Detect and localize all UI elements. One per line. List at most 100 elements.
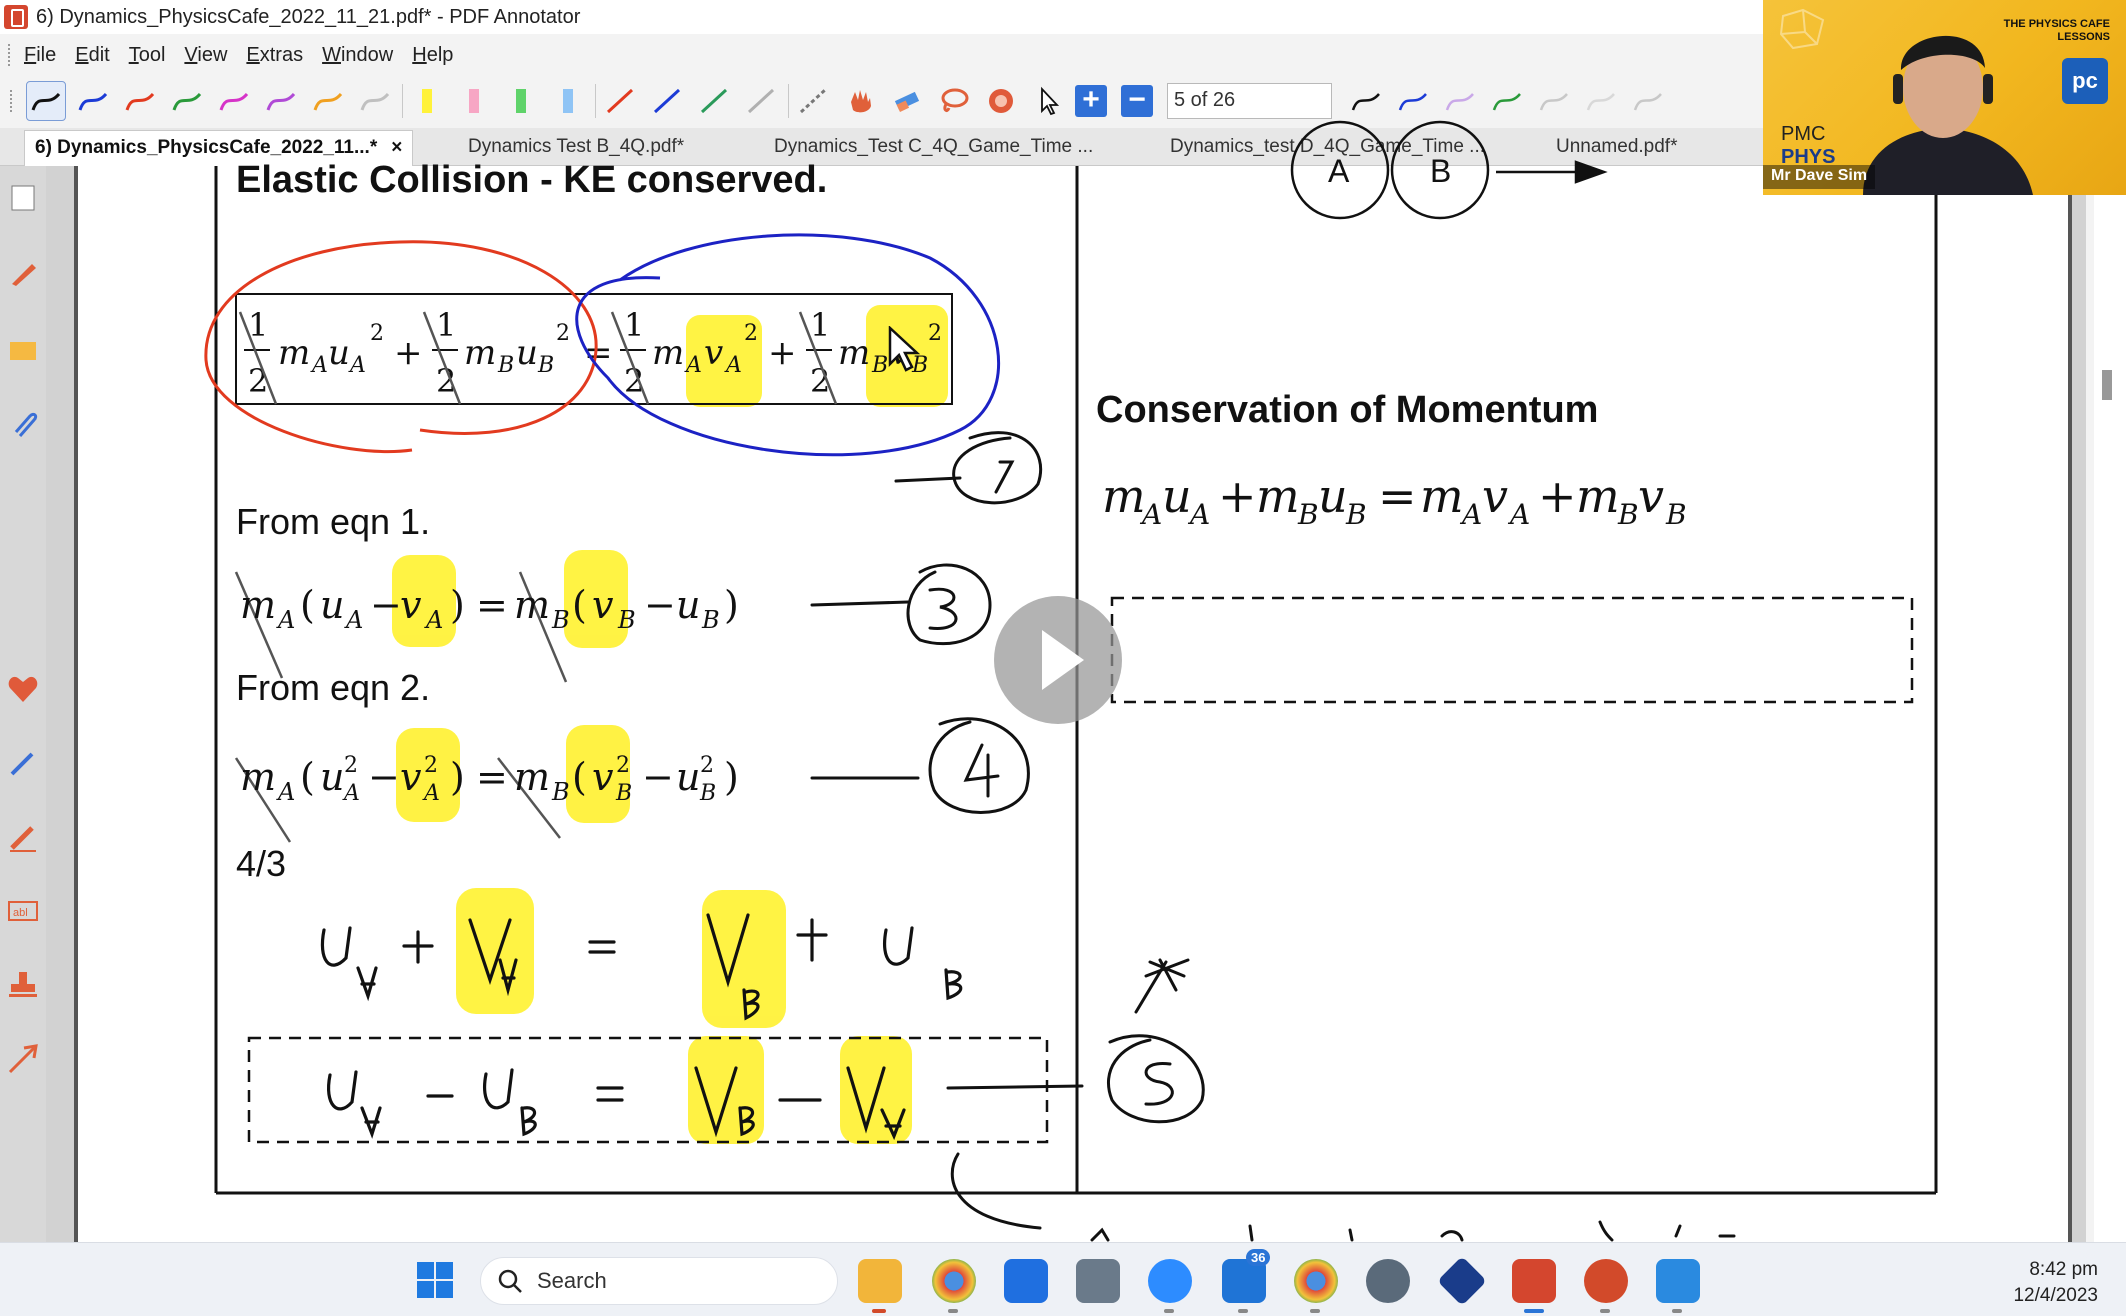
svg-text:(: ( <box>572 755 587 799</box>
svg-text:): ) <box>724 755 739 799</box>
taskbar-search[interactable]: Search <box>480 1257 838 1305</box>
svg-text:+: + <box>1218 469 1257 523</box>
svg-text:A: A <box>1507 498 1530 531</box>
brand-name: THE PHYSICS CAFE <box>2003 18 2110 30</box>
webcam-overlay: THE PHYSICS CAFE LESSONS pc PMC PHYS Mr D… <box>1763 0 2126 195</box>
dashed-answer-box[interactable] <box>1110 596 1914 704</box>
svg-text:=: = <box>476 755 508 799</box>
svg-text:A: A <box>1187 498 1210 531</box>
search-placeholder: Search <box>537 1268 607 1293</box>
calculator-icon[interactable] <box>1076 1259 1120 1303</box>
svg-text:m: m <box>838 333 870 373</box>
svg-text:v: v <box>1482 469 1508 523</box>
svg-text:m: m <box>1256 469 1300 523</box>
svg-text:v: v <box>400 755 422 799</box>
pen-app-icon[interactable] <box>1656 1259 1700 1303</box>
running-indicator <box>1600 1309 1610 1313</box>
running-indicator <box>1238 1309 1248 1313</box>
svg-text:1: 1 <box>810 306 830 344</box>
svg-text:A: A <box>310 353 328 378</box>
mail-badge: 36 <box>1246 1249 1271 1266</box>
pc-logo: pc <box>2062 58 2108 104</box>
pmc-label: PMC <box>1781 123 1826 145</box>
system-clock[interactable]: 8:42 pm 12/4/2023 <box>2013 1257 2098 1309</box>
svg-text:B: B <box>699 781 716 806</box>
powerpoint-icon[interactable] <box>1584 1259 1628 1303</box>
svg-text:v: v <box>400 583 422 627</box>
pdf-annotator-taskbar-icon[interactable] <box>1512 1259 1556 1303</box>
svg-text:v: v <box>592 583 614 627</box>
svg-text:A: A <box>276 778 295 806</box>
svg-text:A: A <box>424 606 443 634</box>
svg-text:2: 2 <box>928 321 942 346</box>
zoom-icon[interactable] <box>1148 1259 1192 1303</box>
windows-start-icon[interactable] <box>416 1261 454 1299</box>
dropbox-icon[interactable] <box>1004 1259 1048 1303</box>
svg-text:v: v <box>1638 469 1664 523</box>
running-indicator <box>1672 1309 1682 1313</box>
svg-text:A: A <box>684 353 702 378</box>
svg-text:B: B <box>1617 498 1639 531</box>
presenter-name: Mr Dave Sim <box>1763 165 1876 189</box>
svg-text:2: 2 <box>370 321 384 346</box>
svg-text:m: m <box>1420 469 1464 523</box>
svg-text:A: A <box>1139 498 1162 531</box>
eqn-4: mA ( u 2A − v 2A ) = mB ( v 2B − u 2B ) <box>240 753 739 806</box>
diamond-app-icon[interactable] <box>1437 1256 1487 1306</box>
from-eqn-1: From eqn 1. <box>236 501 430 542</box>
svg-text:+: + <box>394 333 423 373</box>
eq-number-annotations <box>810 431 1736 1242</box>
from-eqn-2: From eqn 2. <box>236 667 430 708</box>
svg-text:u: u <box>1318 469 1348 523</box>
settings-gear-icon[interactable] <box>1366 1259 1410 1303</box>
running-indicator <box>948 1309 958 1313</box>
brand-sub: LESSONS <box>2057 31 2110 43</box>
svg-text:): ) <box>450 583 465 627</box>
running-indicator <box>1164 1309 1174 1313</box>
chrome-profile-icon[interactable] <box>1294 1259 1338 1303</box>
svg-text:A: A <box>1459 498 1482 531</box>
momentum-equation: mA uA + mB uB = mA vA + mB vB <box>1102 469 1687 531</box>
svg-text:−: − <box>370 583 402 627</box>
screen: 6) Dynamics_PhysicsCafe_2022_11_21.pdf* … <box>0 0 2126 1316</box>
svg-text:1: 1 <box>436 306 456 344</box>
svg-text:A: A <box>342 781 360 806</box>
svg-text:2: 2 <box>700 753 714 778</box>
brand-text: THE PHYSICS CAFE LESSONS <box>2004 18 2110 44</box>
search-icon <box>498 1269 522 1293</box>
running-indicator <box>872 1309 886 1313</box>
svg-text:u: u <box>1162 469 1192 523</box>
svg-text:−: − <box>642 755 674 799</box>
svg-text:u: u <box>320 755 344 799</box>
svg-text:(: ( <box>572 583 587 627</box>
svg-text:A: A <box>422 781 440 806</box>
file-explorer-icon[interactable] <box>858 1259 902 1303</box>
svg-text:): ) <box>724 583 739 627</box>
svg-text:B: B <box>615 781 632 806</box>
chrome-icon[interactable] <box>932 1259 976 1303</box>
svg-text:u: u <box>676 755 700 799</box>
molecule-decoration-icon <box>1779 8 1825 50</box>
svg-text:=: = <box>1378 469 1417 523</box>
svg-text:2: 2 <box>616 753 630 778</box>
ratio-label: 4/3 <box>236 843 286 884</box>
svg-text:m: m <box>1576 469 1620 523</box>
svg-text:m: m <box>652 333 684 373</box>
svg-text:2: 2 <box>248 362 268 400</box>
svg-text:A: A <box>724 353 742 378</box>
svg-text:B: B <box>497 353 514 378</box>
svg-text:): ) <box>450 755 465 799</box>
handwritten-eqn-sum <box>320 913 963 1021</box>
right-heading: Conservation of Momentum <box>1096 389 1598 431</box>
play-button[interactable] <box>994 596 1122 724</box>
svg-text:m: m <box>240 755 276 799</box>
svg-text:m: m <box>240 583 276 627</box>
svg-text:B: B <box>551 778 570 806</box>
svg-text:B: B <box>617 606 636 634</box>
clock-time: 8:42 pm <box>2029 1259 2098 1280</box>
svg-text:u: u <box>320 583 344 627</box>
svg-text:B: B <box>701 606 720 634</box>
svg-text:B: B <box>537 353 554 378</box>
svg-text:−: − <box>368 755 400 799</box>
svg-text:v: v <box>592 755 614 799</box>
